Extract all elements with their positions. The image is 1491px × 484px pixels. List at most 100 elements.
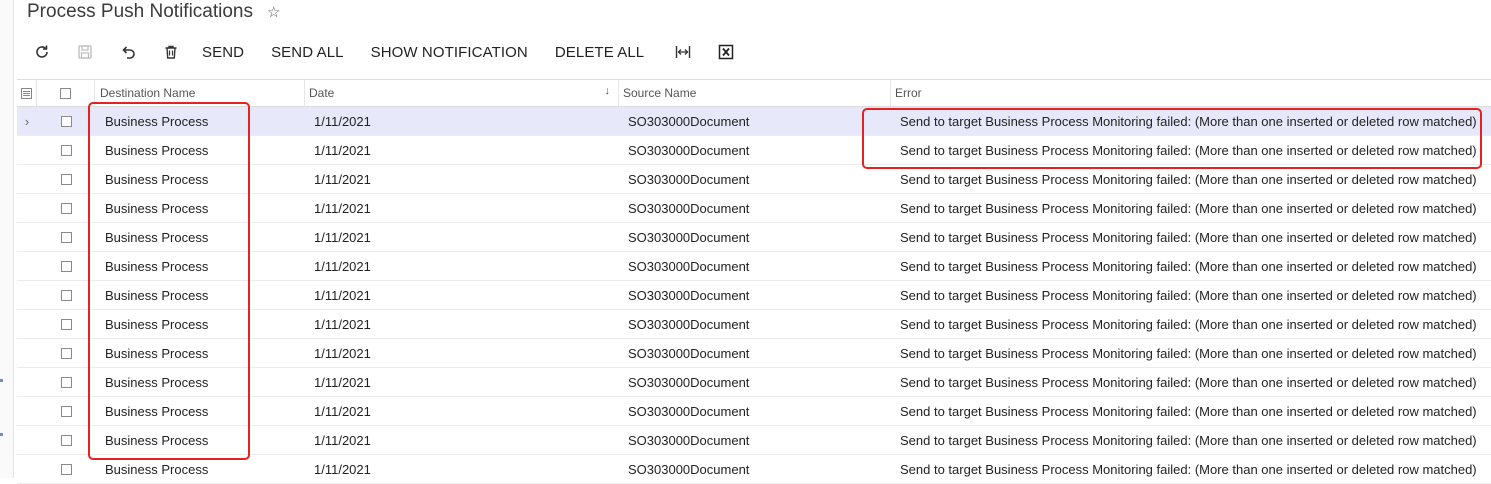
column-header-error[interactable]: Error — [891, 80, 1491, 106]
cell-destination-name: Business Process — [105, 142, 209, 158]
row-indicator — [17, 165, 37, 193]
page-header: Process Push Notifications ☆ — [27, 0, 280, 24]
cell-source-name: SO303000Document — [628, 171, 750, 187]
row-checkbox[interactable] — [37, 310, 95, 338]
star-outline-icon[interactable]: ☆ — [267, 3, 280, 21]
column-header-date[interactable]: Date ↓ — [305, 80, 619, 106]
cell-destination-name: Business Process — [105, 345, 209, 361]
cell-source-name: SO303000Document — [628, 229, 750, 245]
cell-error: Send to target Business Process Monitori… — [900, 171, 1477, 187]
cell-date: 1/11/2021 — [314, 287, 371, 303]
table-row[interactable]: › Business Process 1/11/2021 SO303000Docume… — [17, 107, 1491, 136]
cell-date: 1/11/2021 — [314, 345, 371, 361]
delete-all-button[interactable]: DELETE ALL — [555, 44, 644, 61]
cell-error: Send to target Business Process Monitori… — [900, 316, 1477, 332]
rail-marker — [0, 433, 3, 436]
row-checkbox[interactable] — [37, 194, 95, 222]
cell-destination-name: Business Process — [105, 229, 209, 245]
row-checkbox[interactable] — [37, 339, 95, 367]
cell-error: Send to target Business Process Monitori… — [900, 461, 1477, 477]
row-checkbox[interactable] — [37, 165, 95, 193]
cell-source-name: SO303000Document — [628, 403, 750, 419]
cell-source-name: SO303000Document — [628, 200, 750, 216]
table-row[interactable]: Business Process 1/11/2021 SO303000Documen… — [17, 165, 1491, 194]
table-row[interactable]: Business Process 1/11/2021 SO303000Documen… — [17, 194, 1491, 223]
table-row[interactable]: Business Process 1/11/2021 SO303000Documen… — [17, 281, 1491, 310]
undo-icon[interactable] — [116, 40, 140, 64]
cell-source-name: SO303000Document — [628, 142, 750, 158]
cell-date: 1/11/2021 — [314, 258, 371, 274]
cell-date: 1/11/2021 — [314, 200, 371, 216]
table-row[interactable]: Business Process 1/11/2021 SO303000Documen… — [17, 426, 1491, 455]
cell-source-name: SO303000Document — [628, 432, 750, 448]
cell-error: Send to target Business Process Monitori… — [900, 142, 1477, 158]
fit-columns-icon[interactable] — [671, 40, 695, 64]
row-checkbox[interactable] — [37, 252, 95, 280]
cell-destination-name: Business Process — [105, 287, 209, 303]
cell-error: Send to target Business Process Monitori… — [900, 200, 1477, 216]
cell-error: Send to target Business Process Monitori… — [900, 113, 1477, 129]
column-header-source-name[interactable]: Source Name — [619, 80, 891, 106]
row-checkbox[interactable] — [37, 455, 95, 483]
cell-destination-name: Business Process — [105, 403, 209, 419]
cell-error: Send to target Business Process Monitori… — [900, 374, 1477, 390]
send-all-button[interactable]: SEND ALL — [271, 44, 344, 61]
cell-date: 1/11/2021 — [314, 142, 371, 158]
cell-source-name: SO303000Document — [628, 345, 750, 361]
row-indicator — [17, 339, 37, 367]
row-checkbox[interactable] — [37, 281, 95, 309]
row-indicator-chevron-icon: › — [24, 113, 30, 129]
table-row[interactable]: Business Process 1/11/2021 SO303000Documen… — [17, 397, 1491, 426]
row-checkbox[interactable] — [37, 368, 95, 396]
cell-date: 1/11/2021 — [314, 403, 371, 419]
cell-error: Send to target Business Process Monitori… — [900, 287, 1477, 303]
row-checkbox[interactable] — [37, 107, 95, 135]
table-row[interactable]: Business Process 1/11/2021 SO303000Documen… — [17, 136, 1491, 165]
left-navigation-rail — [0, 0, 14, 478]
toolbar: SEND SEND ALL SHOW NOTIFICATION DELETE A… — [30, 38, 757, 66]
column-header-date-label: Date — [309, 86, 335, 100]
notifications-grid: Destination Name Date ↓ Source Name Erro… — [17, 79, 1491, 484]
cell-destination-name: Business Process — [105, 258, 209, 274]
table-row[interactable]: Business Process 1/11/2021 SO303000Documen… — [17, 310, 1491, 339]
row-indicator — [17, 310, 37, 338]
cell-error: Send to target Business Process Monitori… — [900, 432, 1477, 448]
row-indicator — [17, 194, 37, 222]
row-indicator — [17, 426, 37, 454]
row-indicator — [17, 223, 37, 251]
row-checkbox[interactable] — [37, 397, 95, 425]
cell-error: Send to target Business Process Monitori… — [900, 229, 1477, 245]
cell-date: 1/11/2021 — [314, 171, 371, 187]
select-all-checkbox[interactable] — [37, 80, 95, 106]
cell-error: Send to target Business Process Monitori… — [900, 403, 1477, 419]
cell-date: 1/11/2021 — [314, 113, 371, 129]
row-checkbox[interactable] — [37, 426, 95, 454]
rail-marker — [0, 379, 3, 382]
page-title: Process Push Notifications — [27, 1, 253, 22]
cell-source-name: SO303000Document — [628, 374, 750, 390]
row-checkbox[interactable] — [37, 136, 95, 164]
excel-export-icon[interactable] — [714, 40, 738, 64]
trash-icon[interactable] — [159, 40, 183, 64]
refresh-icon[interactable] — [30, 40, 54, 64]
cell-destination-name: Business Process — [105, 200, 209, 216]
column-header-destination-name[interactable]: Destination Name — [95, 80, 305, 106]
cell-destination-name: Business Process — [105, 316, 209, 332]
cell-destination-name: Business Process — [105, 171, 209, 187]
save-icon[interactable] — [73, 40, 97, 64]
cell-date: 1/11/2021 — [314, 461, 371, 477]
table-row[interactable]: Business Process 1/11/2021 SO303000Documen… — [17, 223, 1491, 252]
row-checkbox[interactable] — [37, 223, 95, 251]
show-notification-button[interactable]: SHOW NOTIFICATION — [371, 44, 528, 61]
cell-date: 1/11/2021 — [314, 374, 371, 390]
table-row[interactable]: Business Process 1/11/2021 SO303000Documen… — [17, 368, 1491, 397]
row-indicator — [17, 252, 37, 280]
table-row[interactable]: Business Process 1/11/2021 SO303000Documen… — [17, 252, 1491, 281]
cell-date: 1/11/2021 — [314, 229, 371, 245]
row-indicator — [17, 455, 37, 483]
table-row[interactable]: Business Process 1/11/2021 SO303000Documen… — [17, 339, 1491, 368]
cell-destination-name: Business Process — [105, 113, 209, 129]
row-settings-icon[interactable] — [17, 80, 37, 106]
send-button[interactable]: SEND — [202, 44, 244, 61]
table-row[interactable]: Business Process 1/11/2021 SO303000Documen… — [17, 455, 1491, 484]
